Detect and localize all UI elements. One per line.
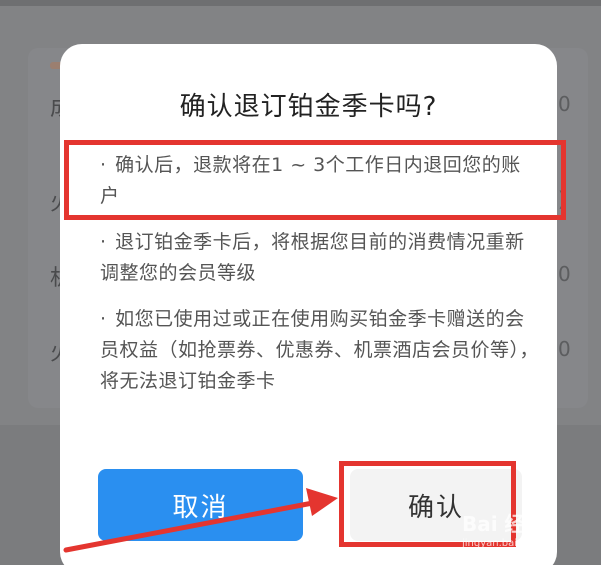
bullet: · — [100, 231, 107, 253]
bullet: · — [100, 308, 107, 330]
confirm-button[interactable]: 确认 — [350, 469, 522, 541]
bullet: · — [100, 154, 107, 176]
background-row-value: 0 — [558, 262, 571, 286]
dialog-title: 确认退订铂金季卡吗? — [179, 92, 438, 122]
cancel-button[interactable]: 取消 — [98, 469, 303, 541]
membership-level-note: · 退订铂金季卡后，将根据您目前的消费情况重新调整您的会员等级 — [100, 227, 540, 289]
benefits-used-note-text: 如您已使用过或正在使用购买铂金季卡赠送的会员权益（如抢票券、优惠券、机票酒店会员… — [100, 308, 540, 392]
benefits-used-note: · 如您已使用过或正在使用购买铂金季卡赠送的会员权益（如抢票券、优惠券、机票酒店… — [100, 304, 540, 397]
background-top-bar — [0, 0, 601, 6]
membership-level-note-text: 退订铂金季卡后，将根据您目前的消费情况重新调整您的会员等级 — [100, 231, 525, 284]
cancel-subscription-dialog: 确认退订铂金季卡吗? · 确认后，退款将在1 ~ 3个工作日内退回您的账户 · … — [60, 44, 557, 565]
refund-note-text: 确认后，退款将在1 ~ 3个工作日内退回您的账户 — [100, 154, 521, 207]
background-row-value: 0 — [558, 337, 571, 361]
refund-note: · 确认后，退款将在1 ~ 3个工作日内退回您的账户 — [100, 150, 540, 212]
dialog-body: · 确认后，退款将在1 ~ 3个工作日内退回您的账户 · 退订铂金季卡后，将根据… — [100, 150, 540, 412]
background-row-value: 0 — [558, 92, 571, 116]
background-row-value: ) — [558, 187, 566, 211]
